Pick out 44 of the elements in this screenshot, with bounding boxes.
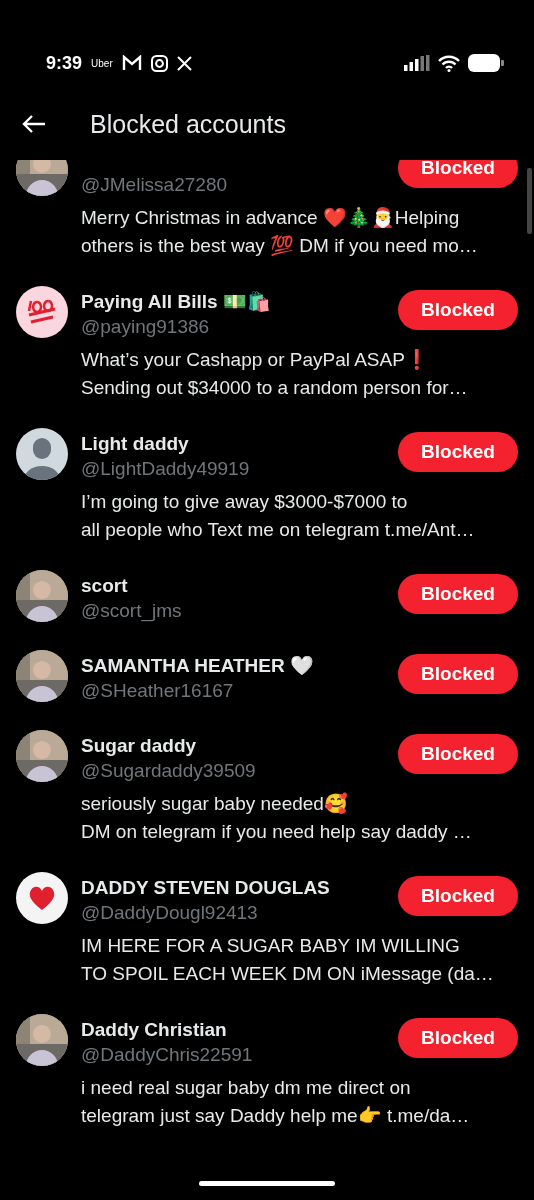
mail-icon — [121, 55, 142, 71]
account-name: Light daddy — [81, 432, 190, 456]
account-bio: i need real sugar baby dm me direct on telegram just say Daddy help me👉 t.me/da… — [81, 1076, 471, 1128]
camera-icon — [150, 54, 168, 72]
signal-icon — [404, 55, 430, 71]
account-handle: @Sugardaddy39509 — [81, 759, 256, 783]
blocked-button[interactable]: Blocked — [398, 432, 518, 472]
account-handle: @LightDaddy49919 — [81, 457, 250, 481]
back-button[interactable] — [22, 114, 46, 134]
battery-icon — [468, 54, 504, 72]
account-handle: @paying91386 — [81, 315, 211, 339]
avatar-icon — [16, 286, 68, 338]
account-bio: I’m going to give away $3000-$7000 to all people who Text me on telegram t.me/Ant… — [81, 490, 476, 542]
blocked-button[interactable]: Blocked — [398, 876, 518, 916]
account-name: DADDY STEVEN DOUGLAS — [81, 876, 330, 900]
account-handle: @JMelissa27280 — [81, 173, 228, 197]
scrollbar[interactable] — [527, 168, 532, 234]
app-label: Uber — [91, 57, 113, 69]
blocked-button[interactable]: Blocked — [398, 654, 518, 694]
account-handle: @DaddyDougl92413 — [81, 901, 259, 925]
account-bio: What’s your Cashapp or PayPal ASAP❗ Sending out $34000 to a random person for… — [81, 348, 469, 400]
account-name: scort — [81, 574, 129, 598]
x-icon — [176, 55, 192, 71]
account-handle: @DaddyChris22591 — [81, 1043, 253, 1067]
account-bio: seriously sugar baby needed🥰 DM on telegram if you need help say daddy … — [81, 791, 473, 844]
account-bio: Merry Christmas in advance ❤🎄🎅Helping others is the best way 💯 DM if you need mo… — [81, 206, 479, 258]
account-handle: @SHeather16167 — [81, 679, 235, 703]
blocked-button[interactable]: Blocked — [398, 290, 518, 330]
account-name: Sugar daddy — [81, 734, 198, 758]
status-time: 9:39 — [46, 52, 83, 74]
account-name: Paying All Bills 💵🛍 — [81, 290, 271, 314]
account-bio: IM HERE FOR A SUGAR BABY IM WILLING TO SPOIL EACH WEEK DM ON iMessage (da… — [81, 934, 495, 986]
blocked-button[interactable]: Blocked — [398, 160, 518, 188]
account-name: SAMANTHA HEATHER 🤍 — [81, 654, 314, 678]
blocked-button[interactable]: Blocked — [398, 734, 518, 774]
heart-avatar-icon — [16, 872, 68, 924]
back-arrow-icon — [22, 114, 46, 134]
default-avatar-icon — [16, 428, 68, 480]
account-name: Daddy Christian — [81, 1018, 228, 1042]
wifi-icon — [438, 54, 460, 72]
account-handle: @scort_jms — [81, 599, 182, 624]
blocked-button[interactable]: Blocked — [398, 574, 518, 614]
blocked-button[interactable]: Blocked — [398, 1018, 518, 1058]
page-title: Blocked accounts — [90, 109, 286, 139]
